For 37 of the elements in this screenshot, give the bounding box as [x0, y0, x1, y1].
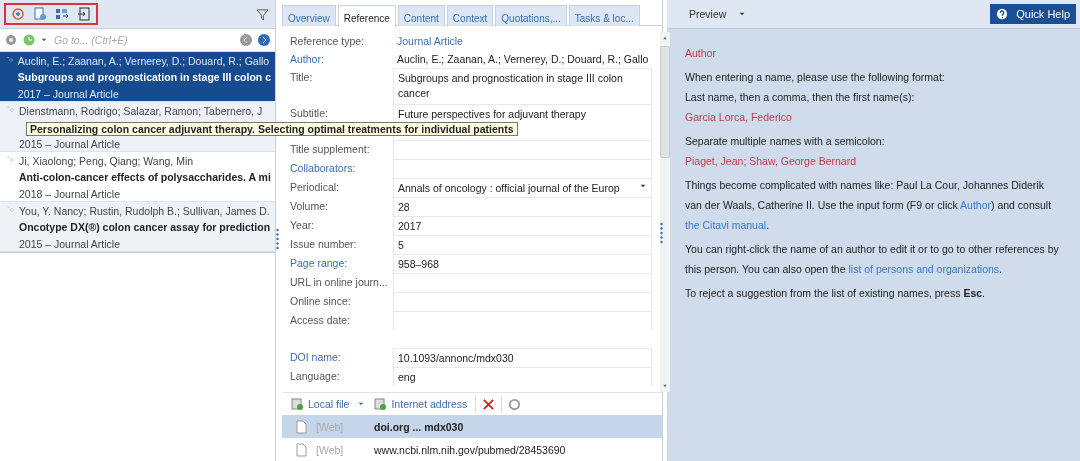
help-text: You can right-click the name of an author to edit it or to go to other references by this person. You can also open the list of persons and organizations.	[685, 242, 1060, 277]
field-label: Access date:	[290, 313, 352, 326]
reference-meta: 2017 – Journal Article	[17, 88, 120, 101]
reference-title: Anti-colon-cancer effects of polysaccharides. A mi	[19, 171, 271, 183]
reference-meta: 2015 – Journal Article	[19, 138, 121, 151]
help-text: When entering a name, please use the following format:	[685, 70, 946, 85]
reference-title: Subgroups and prognostication in stage III colon c	[17, 71, 271, 83]
field-label: Periodical:	[290, 180, 341, 193]
field-label: Year:	[290, 218, 316, 231]
reference-authors: Auclin, E.; Zaanan, A.; Vernerey, D.; Douard, R.; Gallo	[17, 55, 271, 68]
help-heading: Author	[685, 46, 717, 61]
reference-meta: 2018 – Journal Article	[19, 188, 121, 201]
help-text: To reject a suggestion from the list of existing names, press Esc.	[685, 286, 986, 301]
attachment-type: [Web]	[316, 443, 345, 456]
field-label: Volume:	[290, 199, 329, 212]
attachment-address: www.ncbi.nlm.nih.gov/pubmed/28453690	[374, 443, 566, 456]
field-label: Issue number:	[290, 237, 358, 250]
tooltip: Personalizing colon cancer adjuvant therapy. Selecting optimal treatments for individual patients	[26, 122, 518, 136]
help-text: Last name, then a comma, then the first name(s):	[685, 90, 916, 105]
example-text: Garcia Lorca, Federico	[685, 110, 793, 125]
field-label: Title supplement:	[290, 142, 371, 155]
attachment-address: doi.org ... mdx030	[374, 420, 464, 433]
field-label: Online since:	[290, 294, 352, 307]
reference-meta: 2015 – Journal Article	[19, 238, 121, 251]
reference-authors: Ji, Xiaolong; Peng, Qiang; Wang, Min	[19, 155, 195, 168]
reference-title: Oncotype DX(®) colon cancer assay for prediction	[19, 221, 271, 233]
reference-authors: You, Y. Nancy; Rustin, Rudolph B.; Sullivan, James D.	[19, 205, 271, 218]
field-label: Title:	[290, 70, 314, 83]
field-label: Language:	[290, 369, 341, 382]
example-text: Piaget, Jean; Shaw, George Bernard	[685, 154, 858, 169]
reference-authors: Dienstmann, Rodrigo; Salazar, Ramon; Tabernero, J	[19, 105, 263, 118]
field-label: Subtitle:	[290, 106, 329, 119]
field-label: URL in online journ...	[290, 275, 389, 288]
field-label: Reference type:	[290, 34, 366, 47]
help-text: Separate multiple names with a semicolon:	[685, 134, 886, 149]
attachment-type: [Web]	[316, 420, 345, 433]
help-text: Things become complicated with names like: Paul La Cour, Johannes Diderik van der Waals, Catherine II. Use the input form (F9 or click Author) and consult the Citavi manual.	[685, 178, 1053, 233]
